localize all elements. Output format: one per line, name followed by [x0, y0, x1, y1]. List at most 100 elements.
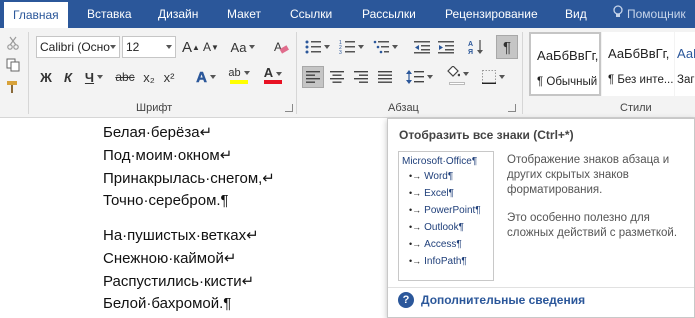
svg-text:Я: Я — [468, 49, 473, 55]
svg-text:3: 3 — [339, 50, 342, 54]
chevron-down-icon — [110, 45, 116, 49]
font-name-dropdown[interactable]: Calibri (Осно — [36, 36, 120, 58]
numbering-icon: 123 — [339, 40, 355, 54]
style-preview: АаБ — [677, 46, 695, 61]
preview-item: •→ InfoPath¶ — [409, 256, 467, 267]
document-line: Распустились·кисти↵ — [103, 273, 255, 290]
grow-font-label: A — [182, 38, 193, 56]
help-icon[interactable]: ? — [398, 292, 414, 308]
format-painter-icon[interactable] — [4, 76, 22, 98]
ribbon-tab-bar: Главная Вставка Дизайн Макет Ссылки Расс… — [0, 0, 695, 28]
strikethrough-button[interactable]: abc — [114, 66, 136, 88]
decrease-indent-icon[interactable] — [412, 36, 432, 58]
preview-item: •→ Word¶ — [409, 171, 454, 182]
style-name: ¶ Без инте... — [608, 74, 674, 86]
tooltip-help-link[interactable]: Дополнительные сведения — [421, 293, 585, 307]
tooltip-description: Отображение знаков абзаца и других скрыт… — [507, 154, 670, 196]
document-line: Под·моим·окном↵ — [103, 147, 233, 164]
font-name-value: Calibri (Осно — [40, 40, 110, 54]
document-line: Белая·берёза↵ — [103, 124, 213, 141]
cut-icon[interactable] — [4, 32, 22, 54]
italic-button[interactable]: К — [60, 66, 76, 88]
tab-review[interactable]: Рецензирование — [445, 0, 538, 28]
line-spacing-button[interactable] — [404, 66, 434, 88]
style-no-spacing[interactable]: АаБбВвГг, ¶ Без инте... — [602, 32, 674, 96]
subscript-button[interactable]: x₂ — [140, 66, 158, 88]
shrink-font-label: A — [203, 40, 212, 54]
sort-icon[interactable]: AЯ — [466, 36, 486, 58]
show-formatting-marks-button[interactable]: ¶ — [496, 35, 518, 59]
underline-button[interactable]: Ч — [80, 66, 108, 88]
tab-insert[interactable]: Вставка — [87, 0, 132, 28]
numbering-button[interactable]: 123 — [336, 36, 366, 58]
bold-button[interactable]: Ж — [38, 66, 54, 88]
tooltip-divider — [388, 287, 694, 288]
text-effects-button[interactable]: A — [192, 66, 220, 88]
tab-arrow-icon: •→ — [409, 222, 422, 232]
copy-icon[interactable] — [4, 54, 22, 76]
line-spacing-icon — [405, 70, 424, 84]
borders-icon — [481, 70, 496, 84]
preview-item: •→ Outlook¶ — [409, 222, 464, 233]
document-line: Снежною·каймой↵ — [103, 250, 237, 267]
bullets-button[interactable] — [302, 36, 332, 58]
font-color-label: A — [263, 65, 274, 80]
align-right-icon[interactable] — [350, 66, 372, 88]
tab-arrow-icon: •→ — [409, 171, 422, 181]
document-line: На·пушистых·ветках↵ — [103, 227, 259, 244]
increase-indent-icon[interactable] — [436, 36, 456, 58]
style-preview: АаБбВвГг, — [537, 48, 599, 63]
text-effects-label: A — [196, 68, 207, 86]
paragraph-group-label: Абзац — [388, 102, 419, 114]
style-normal[interactable]: АаБбВвГг, ¶ Обычный — [529, 32, 601, 96]
multilevel-list-button[interactable] — [370, 36, 400, 58]
tab-references[interactable]: Ссылки — [290, 0, 332, 28]
tab-arrow-icon: •→ — [409, 239, 422, 249]
tab-home[interactable]: Главная — [4, 2, 68, 28]
font-dialog-launcher-icon[interactable] — [285, 104, 293, 112]
borders-button[interactable] — [478, 66, 508, 88]
tab-view[interactable]: Вид — [565, 0, 587, 28]
paint-bucket-icon — [446, 64, 460, 77]
group-separator — [28, 32, 29, 114]
preview-root: Microsoft·Office¶ — [402, 156, 478, 167]
preview-item: •→ Access¶ — [409, 239, 462, 250]
clear-formatting-icon[interactable]: A — [270, 36, 292, 58]
styles-group-label: Стили — [620, 102, 652, 114]
align-left-icon[interactable] — [302, 66, 324, 88]
font-size-value: 12 — [126, 40, 140, 54]
superscript-button[interactable]: x² — [160, 66, 178, 88]
document-line: Белой·бахромой.¶ — [103, 295, 232, 312]
tooltip-title: Отобразить все знаки (Ctrl+*) — [399, 128, 574, 142]
svg-text:A: A — [274, 40, 282, 54]
font-color-button[interactable]: A — [258, 64, 288, 86]
tell-me-box[interactable]: Помощник — [613, 0, 686, 28]
tab-design[interactable]: Дизайн — [158, 0, 198, 28]
shading-swatch — [449, 81, 465, 85]
group-separator — [296, 32, 297, 114]
shrink-font-button[interactable]: A ▼ — [202, 36, 220, 58]
svg-text:A: A — [468, 41, 473, 48]
tab-arrow-icon: •→ — [409, 205, 422, 215]
style-name: ¶ Обычный — [537, 76, 598, 88]
bullets-icon — [305, 40, 321, 54]
change-case-button[interactable]: Aa — [228, 36, 258, 58]
paragraph-dialog-launcher-icon[interactable] — [508, 104, 516, 112]
tab-mailings[interactable]: Рассылки — [362, 0, 416, 28]
align-center-icon[interactable] — [326, 66, 348, 88]
tell-me-label: Помощник — [627, 7, 686, 21]
highlight-color-button[interactable]: ab — [224, 64, 254, 86]
font-color-swatch — [264, 80, 282, 84]
tooltip-preview: Microsoft·Office¶ •→ Word¶ •→ Excel¶ •→ Pow… — [398, 151, 494, 281]
style-name: Заг — [677, 74, 695, 86]
justify-icon[interactable] — [374, 66, 396, 88]
tab-layout[interactable]: Макет — [227, 0, 261, 28]
shading-button[interactable] — [442, 64, 472, 86]
ribbon: Calibri (Осно 12 A ▲ A ▼ Aa A Ж К Ч abc x₂… — [0, 28, 695, 118]
chevron-down-icon — [166, 45, 172, 49]
font-group-label: Шрифт — [136, 102, 173, 114]
grow-font-button[interactable]: A ▲ — [182, 36, 200, 58]
style-heading-1[interactable]: АаБ Заг — [675, 32, 695, 96]
document-line: Принакрылась·снегом,↵ — [103, 170, 275, 187]
font-size-dropdown[interactable]: 12 — [122, 36, 176, 58]
